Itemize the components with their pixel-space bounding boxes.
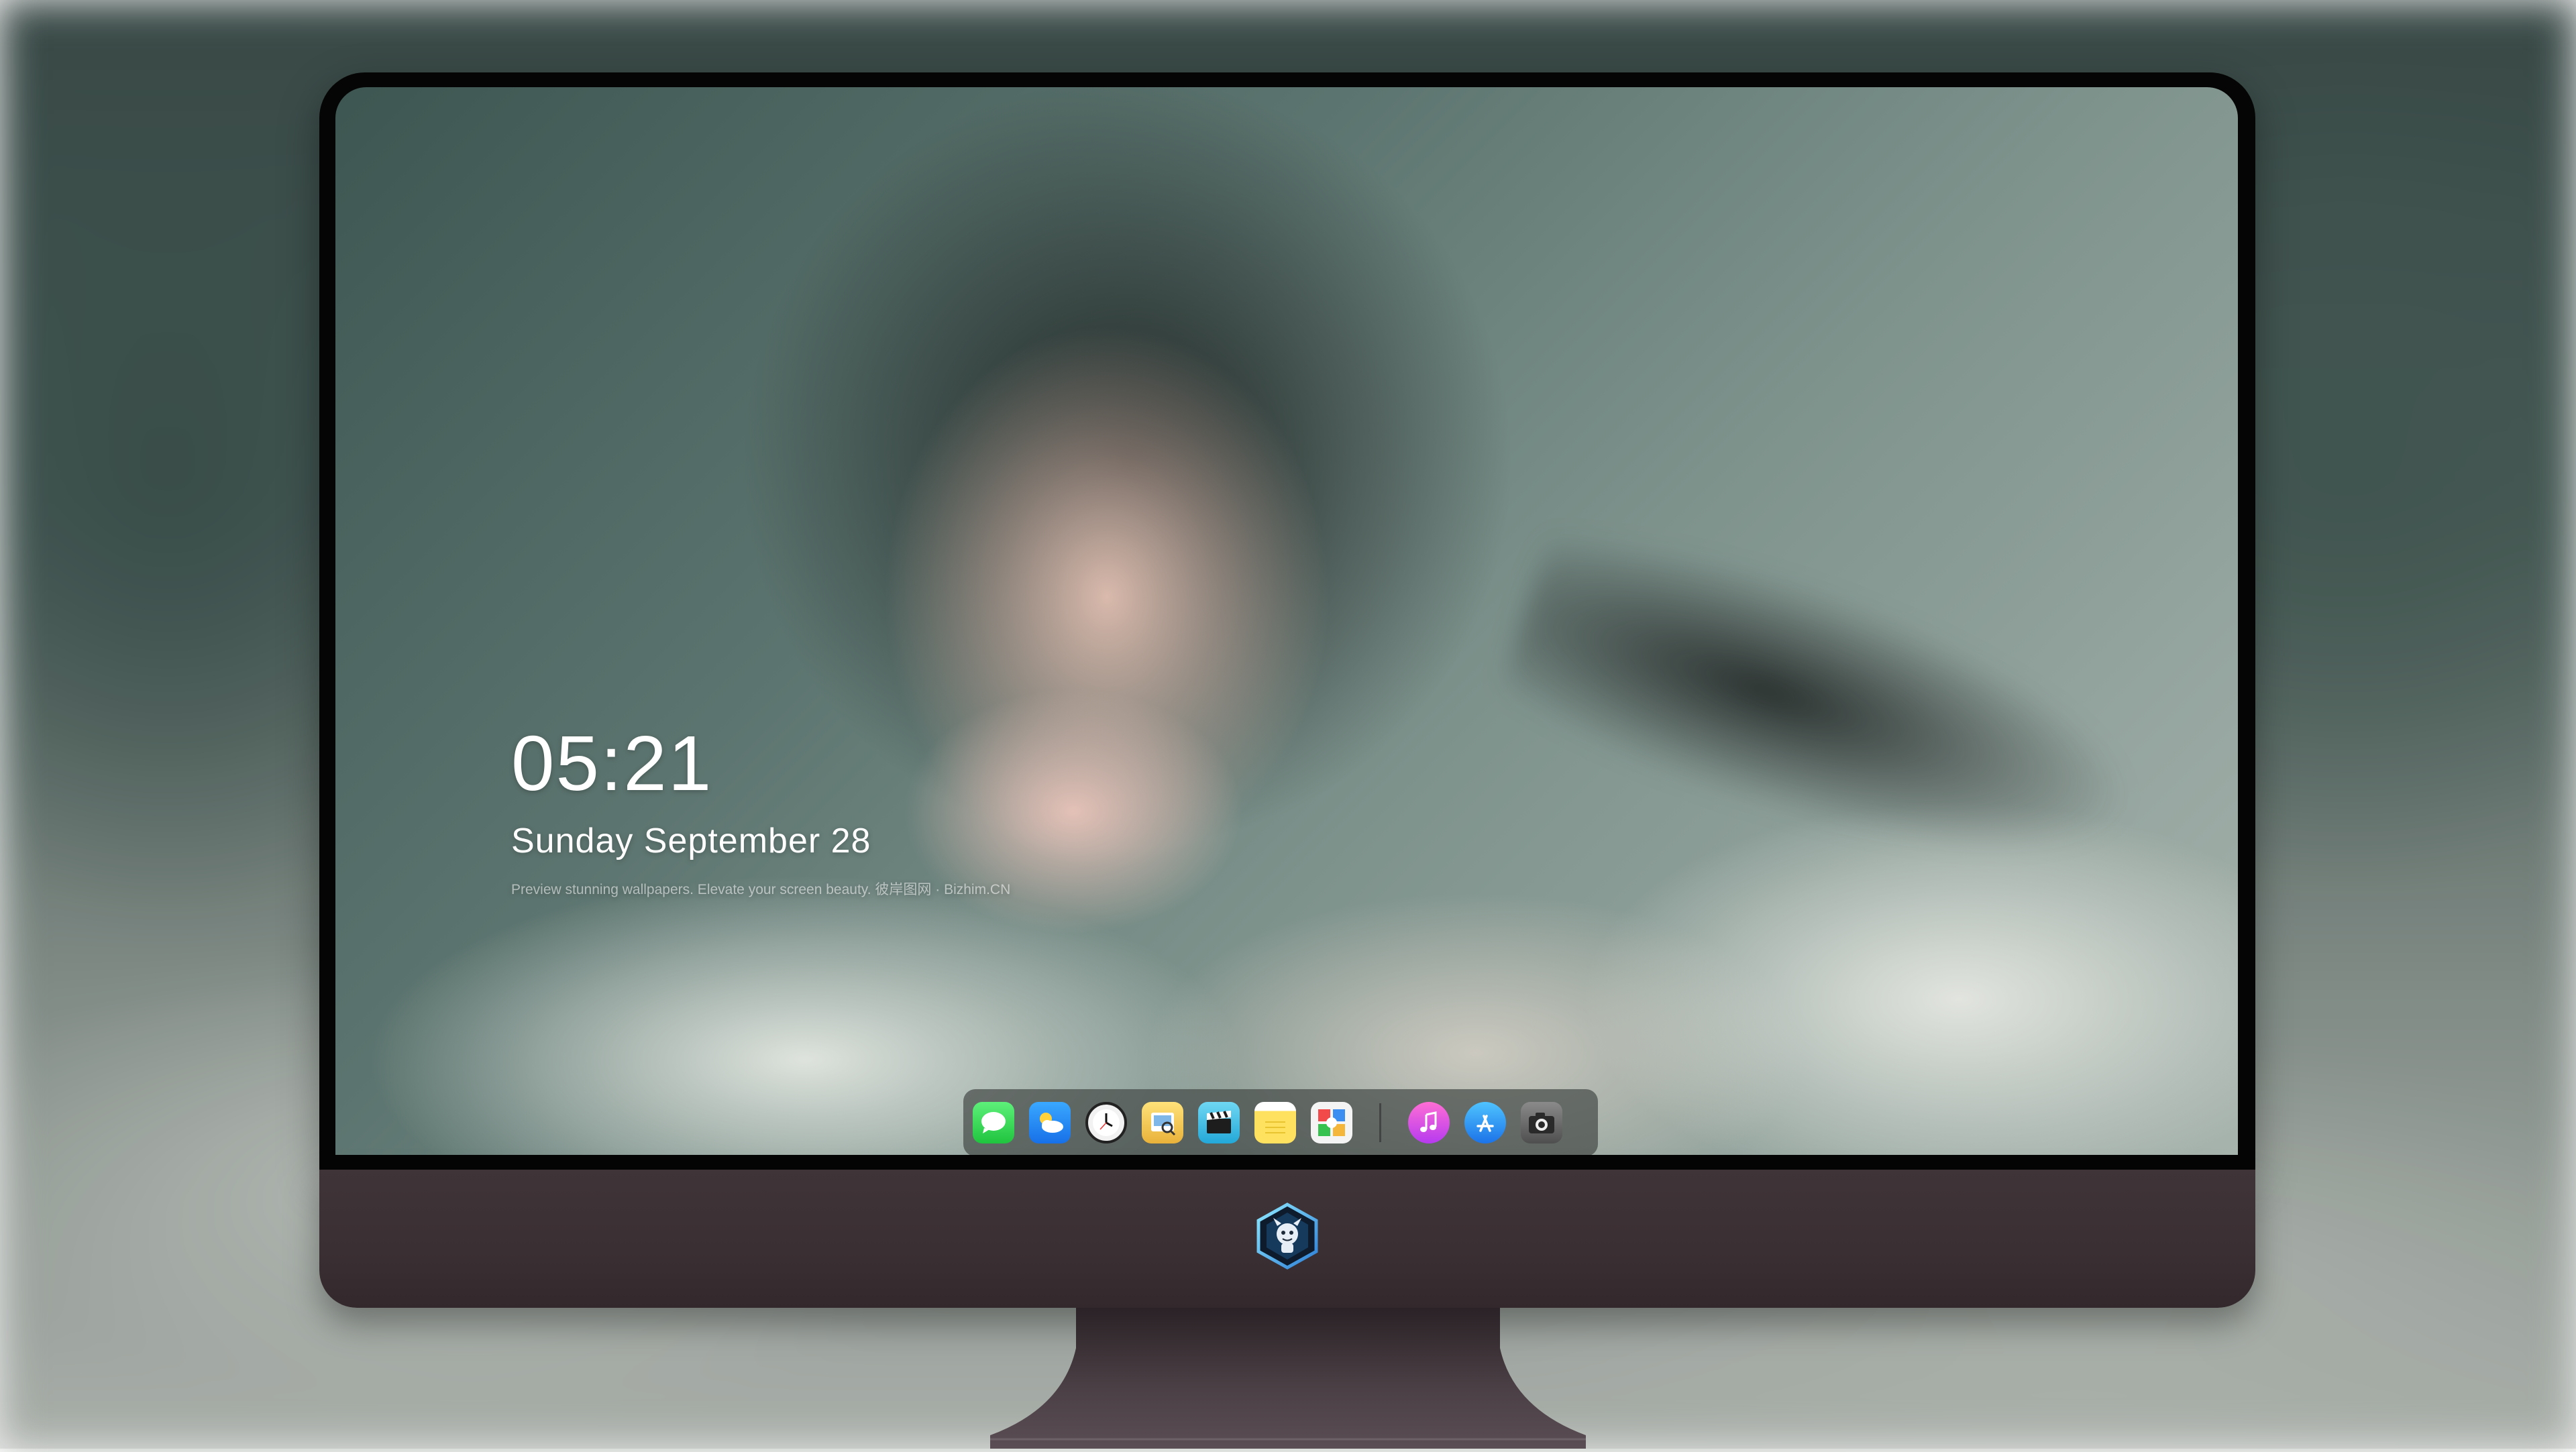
lock-screen-clock: 05:21 Sunday September 28 Preview stunni… bbox=[511, 724, 1010, 899]
messages-icon[interactable] bbox=[973, 1102, 1014, 1143]
monitor-chin bbox=[319, 1170, 2255, 1308]
clips-icon[interactable] bbox=[1198, 1102, 1240, 1143]
wallpaper-caption: Preview stunning wallpapers. Elevate you… bbox=[511, 879, 1010, 899]
monitor-bezel: 05:21 Sunday September 28 Preview stunni… bbox=[319, 72, 2255, 1170]
preview-icon[interactable] bbox=[1142, 1102, 1183, 1143]
dock-separator bbox=[1379, 1103, 1381, 1142]
weather-icon[interactable] bbox=[1029, 1102, 1071, 1143]
app-store-icon[interactable] bbox=[1464, 1102, 1506, 1143]
clock-icon[interactable] bbox=[1085, 1102, 1127, 1143]
clock-date: Sunday September 28 bbox=[511, 821, 1010, 861]
monitor-stand bbox=[990, 1308, 1586, 1449]
wallpaper-screen: 05:21 Sunday September 28 Preview stunni… bbox=[335, 87, 2238, 1155]
dock bbox=[963, 1089, 1598, 1155]
wallpaper-detail bbox=[1490, 504, 2167, 918]
camera-icon[interactable] bbox=[1521, 1102, 1562, 1143]
music-icon[interactable] bbox=[1408, 1102, 1450, 1143]
notes-icon[interactable] bbox=[1254, 1102, 1296, 1143]
monitor: 05:21 Sunday September 28 Preview stunni… bbox=[319, 72, 2255, 1308]
dragon-mascot-logo bbox=[1253, 1202, 1322, 1270]
photos-icon[interactable] bbox=[1311, 1102, 1352, 1143]
clock-time: 05:21 bbox=[511, 724, 1010, 802]
